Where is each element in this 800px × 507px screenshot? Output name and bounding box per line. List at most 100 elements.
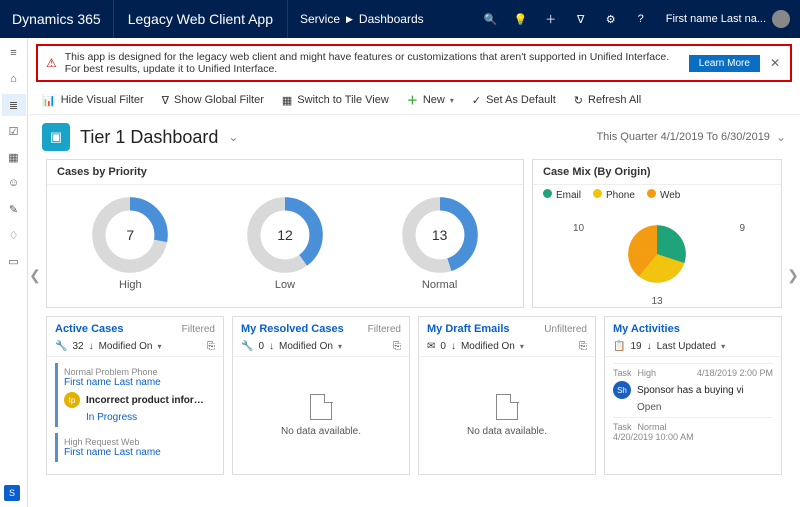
pie-chart[interactable]: 9 10 13	[533, 205, 781, 307]
count: 19	[630, 341, 641, 352]
chevron-down-icon: ▾	[450, 96, 454, 105]
list-item[interactable]: TaskNormal 4/20/2019 10:00 AM	[613, 417, 773, 446]
page-title[interactable]: Tier 1 Dashboard	[80, 127, 218, 148]
panel-title[interactable]: Active Cases	[55, 323, 124, 335]
side-rail: ≡ ⌂ ≣ ☑ ▦ ☺ ✎ ♢ ▭ S	[0, 38, 28, 507]
rail-contacts-icon[interactable]: ☺	[2, 172, 26, 194]
warning-icon: ⚠	[46, 56, 57, 70]
clipboard-icon[interactable]: 📋	[613, 341, 625, 352]
document-icon	[496, 394, 518, 420]
sort-field[interactable]: Modified On	[461, 341, 515, 352]
switch-tile-view-button[interactable]: ▦Switch to Tile View	[282, 94, 389, 107]
count: 0	[440, 341, 446, 352]
filter-state: Filtered	[368, 324, 401, 335]
list-item[interactable]: TaskHigh4/18/2019 2:00 PM ShSponsor has …	[613, 363, 773, 417]
rail-cases-icon[interactable]: ✎	[2, 198, 26, 220]
view-options-icon[interactable]: ⎘	[207, 341, 215, 352]
view-options-icon[interactable]: ⎘	[579, 341, 587, 352]
no-data: No data available.	[419, 357, 595, 474]
filter-state: Unfiltered	[544, 324, 587, 335]
legend: Email Phone Web	[533, 185, 781, 205]
rail-home-icon[interactable]: ⌂	[2, 68, 26, 90]
panel-title[interactable]: My Resolved Cases	[241, 323, 344, 335]
sort-arrow-icon[interactable]: ↓	[451, 341, 456, 352]
dashboard-badge-icon: ▣	[42, 123, 70, 151]
scroll-right-button[interactable]: ❯	[784, 245, 800, 305]
panel-title[interactable]: My Activities	[613, 323, 680, 335]
rail-dashboard-icon[interactable]: ≣	[2, 94, 26, 116]
chevron-down-icon[interactable]: ▾	[721, 342, 725, 351]
my-activities-panel: My Activities 📋 19 ↓ Last Updated ▾ TaskHigh…	[604, 316, 782, 475]
user-name: First name Last na...	[666, 13, 766, 25]
breadcrumb-page[interactable]: Dashboards	[359, 12, 424, 26]
donut-normal[interactable]: 13 Normal	[400, 195, 480, 291]
funnel-icon: ∇	[162, 94, 169, 107]
list-item[interactable]: Normal Problem Phone First name Last nam…	[55, 363, 215, 427]
sort-arrow-icon[interactable]: ↓	[269, 341, 274, 352]
draft-emails-panel: My Draft Emails Unfiltered ✉ 0 ↓ Modified On…	[418, 316, 596, 475]
mail-icon[interactable]: ✉	[427, 341, 435, 352]
chevron-down-icon[interactable]: ▾	[158, 342, 162, 351]
donut-low[interactable]: 12 Low	[245, 195, 325, 291]
user-menu[interactable]: First name Last na...	[656, 0, 800, 38]
chevron-down-icon[interactable]: ▾	[338, 342, 342, 351]
banner-text: This app is designed for the legacy web …	[65, 51, 681, 75]
chevron-down-icon[interactable]: ▾	[520, 342, 524, 351]
command-bar: 📊Hide Visual Filter ∇Show Global Filter …	[28, 86, 800, 115]
resolved-cases-panel: My Resolved Cases Filtered 🔧 0 ↓ Modified On…	[232, 316, 410, 475]
sort-field[interactable]: Modified On	[99, 341, 153, 352]
pie-label-phone: 13	[651, 296, 662, 307]
chevron-down-icon: ⌄	[776, 130, 786, 144]
chevron-down-icon[interactable]: ⌄	[228, 130, 238, 144]
donut-high[interactable]: 7 High	[90, 195, 170, 291]
avatar: Sh	[613, 381, 631, 399]
rail-accounts-icon[interactable]: ▦	[2, 146, 26, 168]
top-navbar: Dynamics 365 Legacy Web Client App Servi…	[0, 0, 800, 38]
tiles-icon: ▦	[282, 94, 292, 107]
card-title: Case Mix (By Origin)	[533, 160, 781, 185]
add-icon[interactable]: ＋	[536, 0, 566, 38]
rail-activities-icon[interactable]: ☑	[2, 120, 26, 142]
list-item[interactable]: High Request Web First name Last name	[55, 433, 215, 462]
hide-visual-filter-button[interactable]: 📊Hide Visual Filter	[42, 94, 144, 107]
cases-by-priority-card: Cases by Priority 7 High 12 Low 13 Norma	[46, 159, 524, 308]
brand[interactable]: Dynamics 365	[0, 0, 114, 38]
show-global-filter-button[interactable]: ∇Show Global Filter	[162, 94, 264, 107]
rail-kb-icon[interactable]: ▭	[2, 250, 26, 272]
breadcrumb[interactable]: Service ▶ Dashboards	[288, 0, 436, 38]
count: 32	[72, 341, 83, 352]
rail-queues-icon[interactable]: ♢	[2, 224, 26, 246]
breadcrumb-area[interactable]: Service	[300, 12, 340, 26]
scroll-left-button[interactable]: ❮	[28, 245, 44, 305]
rail-menu-icon[interactable]: ≡	[2, 42, 26, 64]
count: 0	[258, 341, 264, 352]
rail-bottom-badge[interactable]: S	[4, 485, 20, 501]
assistant-icon[interactable]: 💡	[506, 0, 536, 38]
filter-icon[interactable]: ∇	[566, 0, 596, 38]
view-options-icon[interactable]: ⎘	[393, 341, 401, 352]
wrench-icon[interactable]: 🔧	[55, 341, 67, 352]
panel-title[interactable]: My Draft Emails	[427, 323, 510, 335]
sort-arrow-icon[interactable]: ↓	[647, 341, 652, 352]
app-name[interactable]: Legacy Web Client App	[114, 0, 288, 38]
wrench-icon[interactable]: 🔧	[241, 341, 253, 352]
avatar	[772, 10, 790, 28]
new-button[interactable]: ＋New▾	[407, 92, 454, 108]
sort-field[interactable]: Modified On	[279, 341, 333, 352]
date-range-picker[interactable]: This Quarter 4/1/2019 To 6/30/2019⌄	[596, 130, 786, 144]
sort-arrow-icon[interactable]: ↓	[89, 341, 94, 352]
card-title: Cases by Priority	[47, 160, 523, 185]
close-icon[interactable]: ✕	[768, 56, 782, 70]
help-icon[interactable]: ?	[626, 0, 656, 38]
refresh-all-button[interactable]: ↻Refresh All	[574, 94, 641, 107]
search-icon[interactable]: 🔍	[476, 0, 506, 38]
learn-more-button[interactable]: Learn More	[689, 55, 760, 72]
case-mix-card: Case Mix (By Origin) Email Phone Web	[532, 159, 782, 308]
check-icon: ✓	[472, 94, 481, 107]
active-cases-panel: Active CasesFiltered 🔧32↓Modified On▾⎘ N…	[46, 316, 224, 475]
settings-icon[interactable]: ⚙	[596, 0, 626, 38]
set-default-button[interactable]: ✓Set As Default	[472, 94, 556, 107]
sort-field[interactable]: Last Updated	[657, 341, 717, 352]
pie-label-web: 10	[573, 223, 584, 234]
avatar: Ip	[64, 392, 80, 408]
